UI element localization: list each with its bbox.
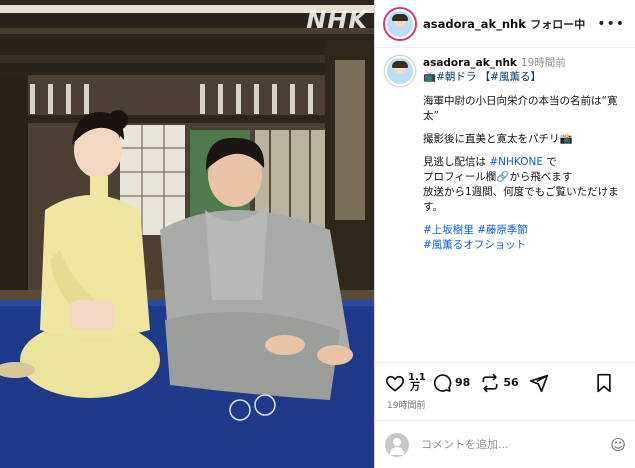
photo-scene: [0, 0, 374, 468]
comment-button[interactable]: 98: [432, 373, 470, 393]
more-options-icon[interactable]: •••: [597, 16, 625, 32]
caption-section: asadora_ak_nhk 19時間前 📺#朝ドラ 【#風薫る】 海軍中尉の小日…: [375, 48, 635, 360]
comment-bubble-icon: [433, 373, 452, 392]
header-username[interactable]: asadora_ak_nhk: [423, 17, 530, 31]
send-icon: [529, 374, 548, 392]
following-button[interactable]: フォロー中: [530, 16, 585, 32]
caption-time: 19時間前: [520, 57, 566, 69]
caption-line-name: 海軍中尉の小日向栄介の本当の名前は“寛太”: [423, 95, 618, 122]
caption-first-line[interactable]: 📺#朝ドラ 【#風薫る】: [423, 71, 541, 83]
caption-line-streaming-a: 見逃し配信は: [423, 156, 490, 168]
caption-text: 海軍中尉の小日向栄介の本当の名前は“寛太” 撮影後に直美と寛太をパチリ📸 見逃し…: [423, 94, 625, 253]
like-count: 1.1 万: [408, 372, 426, 393]
caption-hashtags: #上坂樹里 #藤原季節 #風薫るオフショット: [423, 223, 625, 253]
heart-icon: [385, 375, 405, 391]
caption-meta: asadora_ak_nhk 19時間前 📺#朝ドラ 【#風薫る】: [423, 56, 566, 84]
caption-line-photo: 撮影後に直美と寛太をパチリ📸: [423, 133, 573, 145]
user-avatar: [385, 432, 409, 457]
comment-count: 98: [455, 376, 471, 389]
caption-avatar[interactable]: [385, 56, 415, 86]
caption-line-profile: プロフィール欄🔗から飛べます: [423, 171, 573, 183]
emoji-icon[interactable]: ☺: [610, 436, 626, 454]
caption-username[interactable]: asadora_ak_nhk: [423, 57, 517, 69]
repost-count: 56: [503, 376, 519, 389]
post-detail-panel: asadora_ak_nhk フォロー中 ••• asadora_ak_nhk 1…: [374, 0, 635, 468]
post-timestamp: 19時間前: [387, 401, 426, 411]
save-button[interactable]: [595, 373, 616, 393]
nhk-watermark: NHK: [306, 6, 368, 34]
comment-input[interactable]: [421, 438, 611, 451]
caption-line-streaming-b: で: [542, 156, 557, 168]
nhkone-hashtag-link[interactable]: #NHKONE: [489, 156, 543, 168]
repost-button[interactable]: 56: [480, 373, 519, 393]
caption-header: asadora_ak_nhk 19時間前 📺#朝ドラ 【#風薫る】: [385, 56, 625, 86]
post-header: asadora_ak_nhk フォロー中 •••: [375, 0, 635, 48]
action-bar: 1.1 万 98 56: [375, 362, 635, 402]
hashtag-links-cast[interactable]: #上坂樹里 #藤原季節: [423, 224, 528, 236]
like-count-unit: 万: [410, 381, 420, 393]
caption-line-streaming: 見逃し配信は #NHKONE でプロフィール欄🔗から飛べます放送から1週間、何度…: [423, 155, 625, 215]
share-button[interactable]: [529, 373, 552, 393]
repost-icon: [482, 373, 498, 392]
hashtag-link-offshot[interactable]: #風薫るオフショット: [423, 239, 526, 251]
post-photo[interactable]: NHK: [0, 0, 374, 468]
like-button[interactable]: 1.1 万: [385, 372, 426, 393]
comment-composer: ☺: [375, 420, 635, 468]
bookmark-icon: [597, 373, 611, 392]
caption-line-weekly: 放送から1週間、何度でもご覧いただけます。: [423, 186, 619, 213]
header-avatar[interactable]: [385, 8, 415, 39]
